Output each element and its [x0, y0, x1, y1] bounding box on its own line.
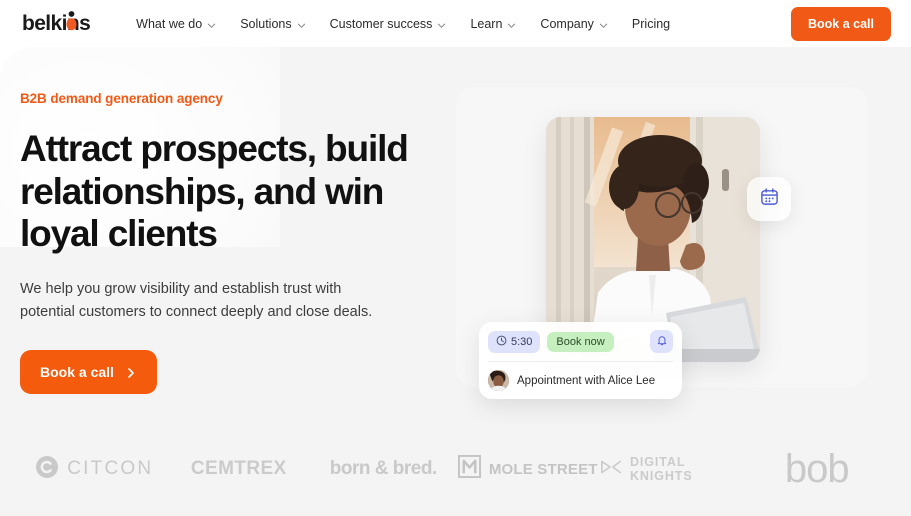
appointment-title: Appointment with Alice Lee	[517, 374, 656, 387]
chevron-down-icon	[599, 19, 608, 28]
notification-bell-button[interactable]	[650, 330, 673, 353]
calendar-icon	[760, 187, 779, 211]
client-logo-label: MOLE STREET	[488, 460, 598, 478]
landing-page: belkins What we do Solutions Customer su…	[0, 0, 911, 516]
hero-copy-block: B2B demand generation agency Attract pro…	[20, 91, 440, 395]
avatar	[488, 370, 509, 391]
brand-logo[interactable]: belkins	[22, 11, 91, 35]
bell-icon	[656, 333, 668, 351]
client-logo-label: CITCON	[67, 458, 154, 479]
chevron-down-icon	[207, 19, 216, 28]
square-m-icon	[457, 455, 481, 483]
appointment-time-label: 5:30	[511, 335, 533, 348]
hero-book-a-call-button[interactable]: Book a call	[20, 350, 157, 395]
hero-subheading: We help you grow visibility and establis…	[20, 281, 373, 320]
nav-item-solutions[interactable]: Solutions	[228, 11, 317, 37]
calendar-badge[interactable]	[747, 177, 791, 221]
hero-eyebrow: B2B demand generation agency	[20, 91, 223, 106]
person-figure-icon	[65, 11, 78, 31]
appointment-card: 5:30 Book now Appointment with Alice Lee	[479, 322, 682, 399]
chevron-down-icon	[437, 19, 446, 28]
nav-item-label: Company	[540, 16, 594, 31]
client-logo-citcon: CITCON	[22, 455, 167, 484]
chevron-right-icon	[125, 366, 137, 378]
nav-item-label: Solutions	[240, 16, 292, 31]
chevron-down-icon	[297, 19, 306, 28]
book-now-button[interactable]: Book now	[547, 331, 614, 352]
client-logo-label: bob	[784, 447, 850, 491]
nav-item-label: Pricing	[631, 16, 671, 31]
nav-item-pricing[interactable]: Pricing	[620, 11, 682, 37]
dk-arrow-icon	[600, 459, 622, 480]
client-logo-cemtrex: CEMTREX	[167, 458, 312, 480]
nav-item-learn[interactable]: Learn	[458, 11, 528, 37]
appointment-time-badge: 5:30	[488, 330, 541, 353]
nav-item-label: Learn	[470, 16, 503, 31]
nav-item-label: What we do	[136, 16, 203, 31]
nav-item-what-we-do[interactable]: What we do	[124, 11, 228, 37]
circle-c-icon	[35, 455, 59, 484]
page-title: Attract prospects, build relationships, …	[20, 128, 409, 255]
chevron-down-icon	[507, 19, 516, 28]
client-logo-label: DIGITAL KNIGHTS	[630, 455, 693, 483]
nav-item-customer-success[interactable]: Customer success	[318, 11, 459, 37]
hero-section: B2B demand generation agency Attract pro…	[0, 47, 911, 516]
hero-cta-label: Book a call	[40, 364, 114, 381]
hero-visual-panel: 5:30 Book now Appointment with Alice Lee	[456, 87, 868, 399]
appointment-card-bottom-row: Appointment with Alice Lee	[488, 362, 673, 391]
clock-icon	[496, 335, 507, 349]
client-logo-label: born & bred.	[329, 458, 437, 479]
site-header: belkins What we do Solutions Customer su…	[0, 0, 911, 47]
nav-item-label: Customer success	[329, 16, 433, 31]
appointment-card-top-row: 5:30 Book now	[488, 330, 673, 353]
header-book-a-call-button[interactable]: Book a call	[791, 6, 891, 41]
client-logo-bob: bob	[745, 449, 890, 489]
brand-logo-text: belkins	[22, 12, 91, 35]
nav-item-company[interactable]: Company	[528, 11, 620, 37]
client-logo-digital-knights: DIGITAL KNIGHTS	[600, 455, 745, 483]
client-logo-strip: CITCON CEMTREX born & bred. MOLE STREET	[0, 422, 911, 516]
client-logo-label: CEMTREX	[190, 458, 287, 479]
client-logo-mole-street: MOLE STREET	[456, 455, 601, 483]
client-logo-born-and-bred: born & bred.	[311, 458, 456, 480]
primary-nav: What we do Solutions Customer success Le…	[124, 11, 791, 37]
